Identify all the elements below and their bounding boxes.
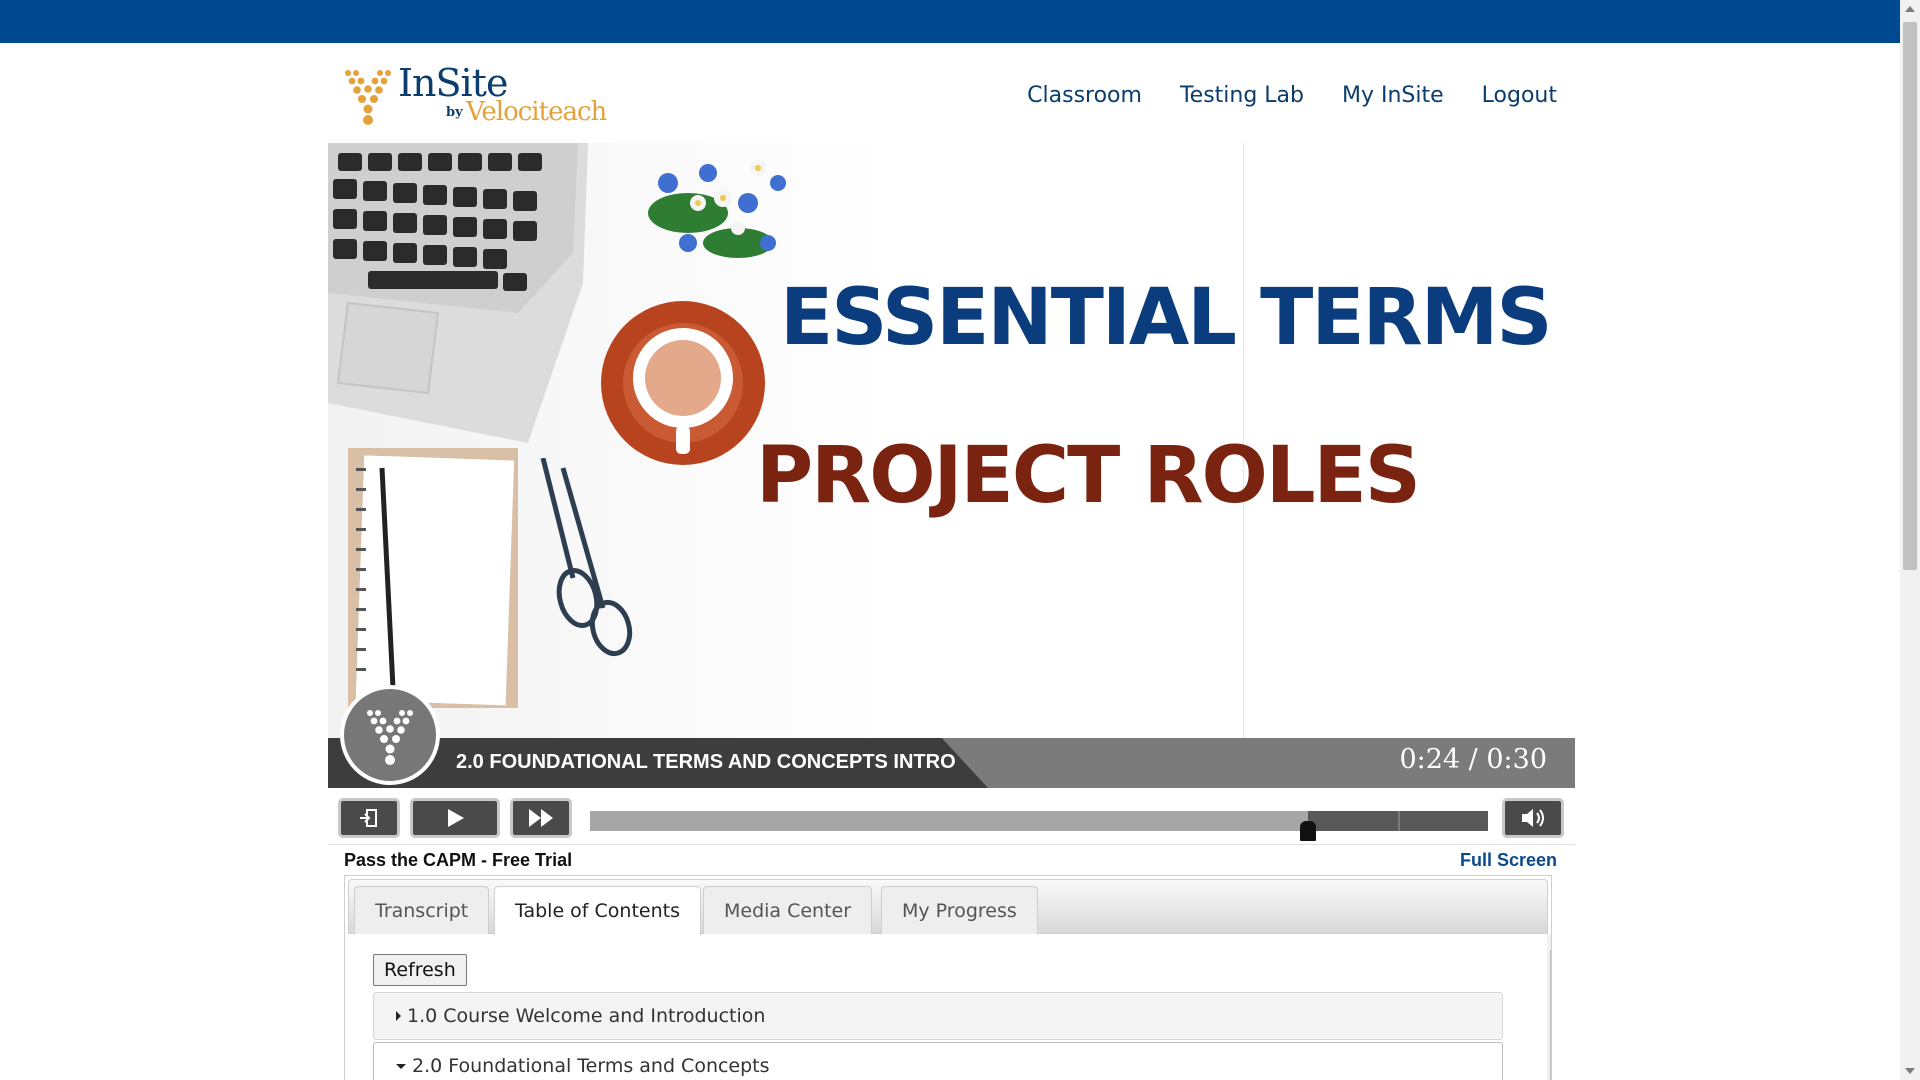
eyeglasses-image-icon [540, 458, 633, 657]
video-slide: ESSENTIAL TERMS PROJECT ROLES [328, 143, 1575, 738]
play-button[interactable] [410, 798, 500, 838]
player-controls [328, 788, 1575, 845]
nav-testing-lab-link[interactable]: Testing Lab [1180, 83, 1304, 108]
toc-section-label: 1.0 Course Welcome and Introduction [407, 1005, 766, 1027]
logo-by-text: by [446, 105, 463, 120]
tab-media-center[interactable]: Media Center [703, 886, 873, 934]
tab-transcript[interactable]: Transcript [354, 886, 490, 934]
slide-title-line2: PROJECT ROLES [756, 431, 1421, 521]
volume-icon [1522, 809, 1544, 827]
toc-section-1[interactable]: 1.0 Course Welcome and Introduction [373, 992, 1503, 1040]
logo-sub-text: Velociteach [466, 97, 607, 127]
video-progress-track[interactable] [590, 811, 1488, 841]
notebook-image-icon [348, 448, 518, 709]
toc-scrollbar-thumb[interactable] [1550, 950, 1551, 1080]
main-container: InSite by Velociteach Classroom Testing … [328, 43, 1575, 1080]
toc-scroll-up-arrow-icon[interactable] [1551, 939, 1552, 945]
top-banner [0, 0, 1900, 43]
toc-section-label: 2.0 Foundational Terms and Concepts [412, 1055, 770, 1077]
velociteach-v-icon [345, 70, 391, 125]
course-name: Pass the CAPM - Free Trial [344, 850, 573, 870]
slide-title-line1: ESSENTIAL TERMS [780, 273, 1552, 363]
page-scrollbar-thumb[interactable] [1903, 22, 1917, 570]
course-panel: Transcript Table of Contents Media Cente… [344, 875, 1552, 1080]
lecture-title: 2.0 FOUNDATIONAL TERMS AND CONCEPTS INTR… [456, 751, 956, 773]
flowers-image-icon [648, 160, 786, 258]
nav-classroom-link[interactable]: Classroom [1027, 83, 1142, 108]
video-player[interactable]: ESSENTIAL TERMS PROJECT ROLES 2.0 FOUNDA… [328, 143, 1575, 788]
fast-forward-button[interactable] [510, 798, 572, 838]
caret-right-icon [396, 1011, 401, 1021]
video-progress-handle[interactable] [1300, 821, 1316, 841]
full-screen-link[interactable]: Full Screen [1460, 850, 1557, 871]
play-icon [448, 809, 464, 827]
main-nav: Classroom Testing Lab My InSite Logout [1027, 83, 1557, 108]
exit-icon [360, 809, 377, 827]
page-scrollbar[interactable] [1900, 0, 1920, 1080]
toc-section-2[interactable]: 2.0 Foundational Terms and Concepts [373, 1042, 1503, 1080]
course-info-bar: Pass the CAPM - Free Trial Full Screen [328, 845, 1575, 875]
volume-button[interactable] [1502, 798, 1564, 838]
video-time-readout: 0:24 / 0:30 [1399, 744, 1547, 775]
scroll-up-arrow-icon[interactable] [1905, 6, 1915, 12]
velociteach-badge-icon [340, 685, 440, 785]
nav-my-insite-link[interactable]: My InSite [1342, 83, 1444, 108]
refresh-button[interactable]: Refresh [373, 954, 467, 986]
table-of-contents-pane: Refresh 1.0 Course Welcome and Introduct… [345, 934, 1551, 1080]
scroll-down-arrow-icon[interactable] [1905, 1068, 1915, 1074]
site-header: InSite by Velociteach Classroom Testing … [328, 43, 1575, 143]
video-progress-marker [1398, 811, 1400, 831]
video-caption-bar: 2.0 FOUNDATIONAL TERMS AND CONCEPTS INTR… [328, 738, 1575, 788]
fast-forward-icon [529, 809, 553, 827]
panel-tab-bar: Transcript Table of Contents Media Cente… [348, 879, 1548, 935]
toc-scrollbar[interactable] [1547, 934, 1552, 1080]
exit-button[interactable] [338, 798, 400, 838]
coffee-cup-image-icon [601, 301, 765, 465]
tab-my-progress[interactable]: My Progress [881, 886, 1038, 934]
tab-table-of-contents[interactable]: Table of Contents [494, 886, 701, 935]
caret-down-icon [396, 1063, 406, 1069]
nav-logout-link[interactable]: Logout [1482, 83, 1557, 108]
laptop-image-icon [328, 143, 588, 443]
insite-logo[interactable]: InSite by Velociteach [342, 61, 607, 131]
